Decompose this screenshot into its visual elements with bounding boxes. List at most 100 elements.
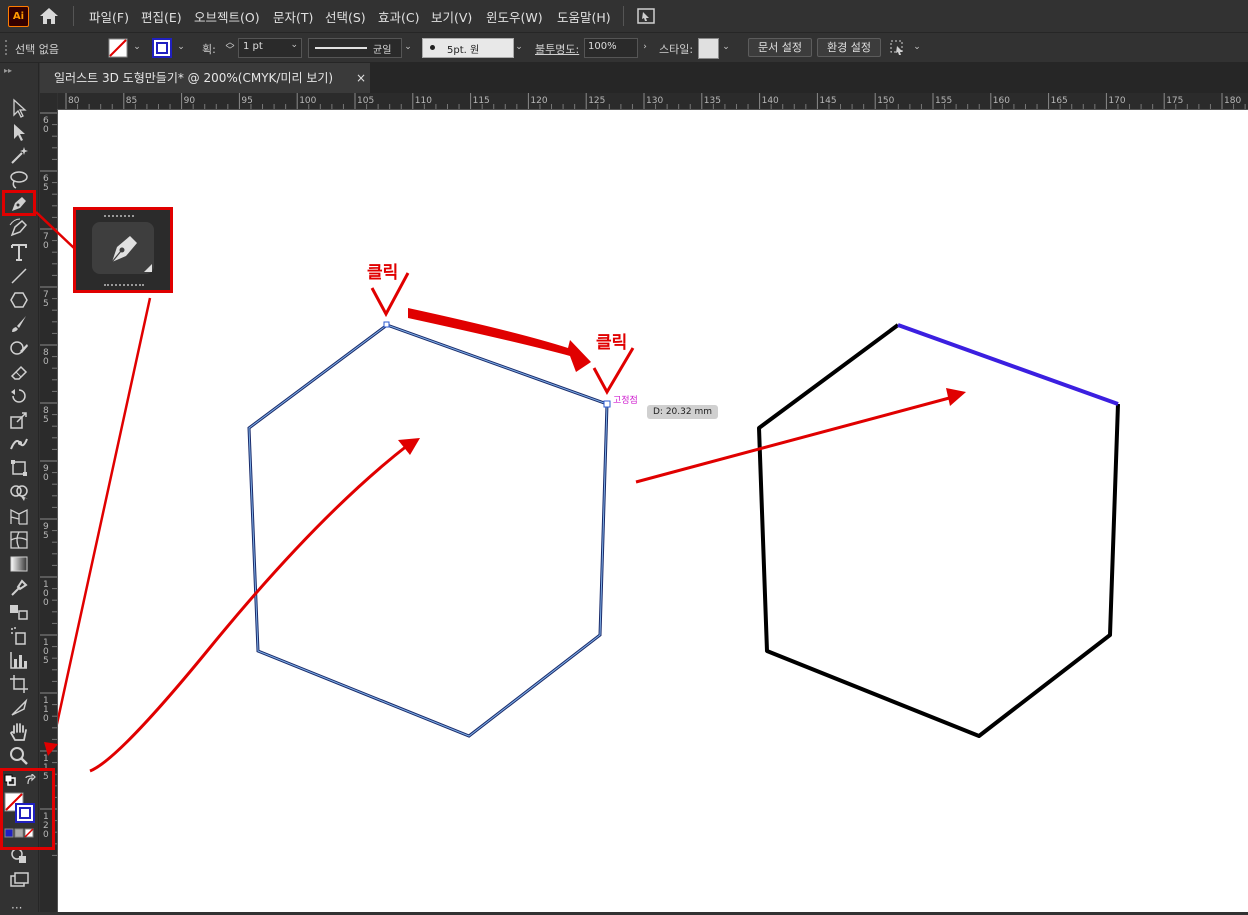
lasso-tool-icon[interactable] <box>8 169 30 191</box>
eraser-tool-icon[interactable] <box>8 361 30 383</box>
shaper-tool-icon[interactable] <box>8 337 30 359</box>
menu-window[interactable]: 윈도우(W) <box>486 7 543 26</box>
artboard-canvas[interactable]: 클릭 클릭 고정점 D: 20.32 mm <box>58 110 1248 912</box>
stroke-profile-line <box>315 47 367 49</box>
submenu-corner-icon <box>144 264 152 272</box>
pen-tool-icon <box>111 236 137 263</box>
ruler-label: 5 <box>43 299 49 309</box>
style-dropdown[interactable]: ⌄ <box>719 39 733 55</box>
ruler-label: 0 <box>43 714 49 724</box>
ruler-label: 0 <box>43 473 49 483</box>
preferences-button[interactable]: 환경 설정 <box>817 38 881 57</box>
anchor-point-end[interactable] <box>603 400 611 408</box>
menu-type[interactable]: 문자(T) <box>273 7 313 26</box>
type-tool-icon[interactable] <box>8 241 30 263</box>
menu-file[interactable]: 파일(F) <box>89 7 129 26</box>
eyedropper-tool-icon[interactable] <box>8 577 30 599</box>
slice-tool-icon[interactable] <box>8 697 30 719</box>
stroke-dropdown[interactable]: ⌄ <box>174 39 188 55</box>
artboard-tool-icon[interactable] <box>8 673 30 695</box>
stroke-profile-value: 균일 <box>373 45 392 56</box>
ruler-label: 100 <box>299 96 316 106</box>
arrange-documents-icon[interactable] <box>636 6 656 26</box>
gradient-tool-icon[interactable] <box>8 553 30 575</box>
brush-field[interactable]: 5pt. 원 <box>422 38 514 58</box>
ruler-label: 180 <box>1224 96 1241 106</box>
select-similar-icon[interactable] <box>889 39 907 57</box>
ruler-label: 5 <box>43 531 49 541</box>
shape-builder-tool-icon[interactable] <box>8 481 30 503</box>
fill-dropdown[interactable]: ⌄ <box>130 39 144 55</box>
ruler-label: 170 <box>1108 96 1125 106</box>
stroke-swatch-icon[interactable] <box>152 38 172 58</box>
menu-select[interactable]: 선택(S) <box>325 7 366 26</box>
column-graph-tool-icon[interactable] <box>8 649 30 671</box>
menu-effect[interactable]: 효과(C) <box>378 7 419 26</box>
hexagon-result-blue-segment <box>897 323 1119 406</box>
opacity-label[interactable]: 불투명도: <box>535 41 579 57</box>
paintbrush-tool-icon[interactable] <box>8 313 30 335</box>
menu-edit[interactable]: 편집(E) <box>141 7 182 26</box>
document-tab-bar: 일러스트 3D 도형만들기* @ 200%(CMYK/미리 보기) × <box>40 63 1248 93</box>
collapse-panel-icon[interactable]: ▸▸ <box>4 66 12 75</box>
hand-tool-icon[interactable] <box>8 721 30 743</box>
rotate-tool-icon[interactable] <box>8 385 30 407</box>
polygon-tool-icon[interactable] <box>8 289 30 311</box>
blend-tool-icon[interactable] <box>8 601 30 623</box>
document-setup-button[interactable]: 문서 설정 <box>748 38 812 57</box>
horizontal-ruler-ticks: 80 85 90 95 100 105 110 115 120 125 130 135 140 145 15… <box>65 93 1246 109</box>
menu-object[interactable]: 오브젝트(O) <box>194 7 260 26</box>
more-tools-icon[interactable]: ··· <box>11 901 22 915</box>
home-icon[interactable] <box>38 6 60 26</box>
fill-stroke-highlight <box>0 768 55 850</box>
graphic-style-swatch[interactable] <box>698 38 719 59</box>
ruler-label: 5 <box>43 656 49 666</box>
scale-tool-icon[interactable] <box>8 409 30 431</box>
select-similar-dropdown[interactable]: ⌄ <box>910 39 924 55</box>
stroke-weight-field[interactable]: 1 pt ⌄ <box>238 38 302 58</box>
direct-selection-tool-icon[interactable] <box>8 121 30 143</box>
puppet-warp-tool-icon[interactable] <box>8 433 30 455</box>
stroke-profile-dropdown[interactable]: ⌄ <box>401 39 415 55</box>
magic-wand-tool-icon[interactable] <box>8 145 30 167</box>
control-bar-grip[interactable] <box>5 40 9 55</box>
selection-tool-icon[interactable] <box>8 97 30 119</box>
drag-direction-arrow <box>408 308 591 372</box>
ruler-label: 5 <box>43 183 49 193</box>
ruler-origin[interactable] <box>40 93 57 109</box>
ruler-label: 5 <box>43 415 49 425</box>
stroke-stepper[interactable]: ︿ ﹀ <box>223 39 237 56</box>
pen-tool-highlight <box>2 190 36 216</box>
ruler-label: 145 <box>819 96 836 106</box>
canvas-artwork <box>58 272 1120 773</box>
mesh-tool-icon[interactable] <box>8 529 30 551</box>
curvature-tool-icon[interactable] <box>8 217 30 239</box>
zoom-callout-divider <box>104 210 134 217</box>
stroke-profile-field[interactable]: 균일 <box>308 38 402 58</box>
brush-dropdown[interactable]: ⌄ <box>512 39 526 55</box>
horizontal-ruler[interactable]: 80 85 90 95 100 105 110 115 120 125 130 135 140 145 15… <box>58 93 1248 110</box>
zoom-tool-icon[interactable] <box>8 745 30 767</box>
chevron-down-icon: ⌄ <box>290 40 298 50</box>
chevron-right-icon[interactable]: › <box>638 39 652 55</box>
document-tab[interactable]: 일러스트 3D 도형만들기* @ 200%(CMYK/미리 보기) <box>40 63 370 93</box>
screen-mode-icon[interactable] <box>8 869 30 891</box>
ruler-label: 160 <box>993 96 1010 106</box>
ruler-label: 80 <box>68 96 80 106</box>
ruler-label: 140 <box>762 96 779 106</box>
menu-help[interactable]: 도움말(H) <box>557 7 611 26</box>
symbol-sprayer-tool-icon[interactable] <box>8 625 30 647</box>
pen-tool-zoomed-button <box>92 222 154 274</box>
fill-none-swatch-icon[interactable] <box>108 38 128 58</box>
anchor-point-start[interactable] <box>383 321 390 328</box>
close-tab-icon[interactable]: × <box>356 63 366 93</box>
hexagon-path-in-progress[interactable] <box>247 323 609 738</box>
ruler-label: 135 <box>704 96 721 106</box>
opacity-field[interactable]: 100% <box>584 38 638 58</box>
free-transform-tool-icon[interactable] <box>8 457 30 479</box>
menu-view[interactable]: 보기(V) <box>431 7 472 26</box>
annotation-arrow-to-swatches <box>58 297 152 725</box>
line-segment-tool-icon[interactable] <box>8 265 30 287</box>
ruler-label: 150 <box>877 96 894 106</box>
perspective-grid-tool-icon[interactable] <box>8 505 30 527</box>
